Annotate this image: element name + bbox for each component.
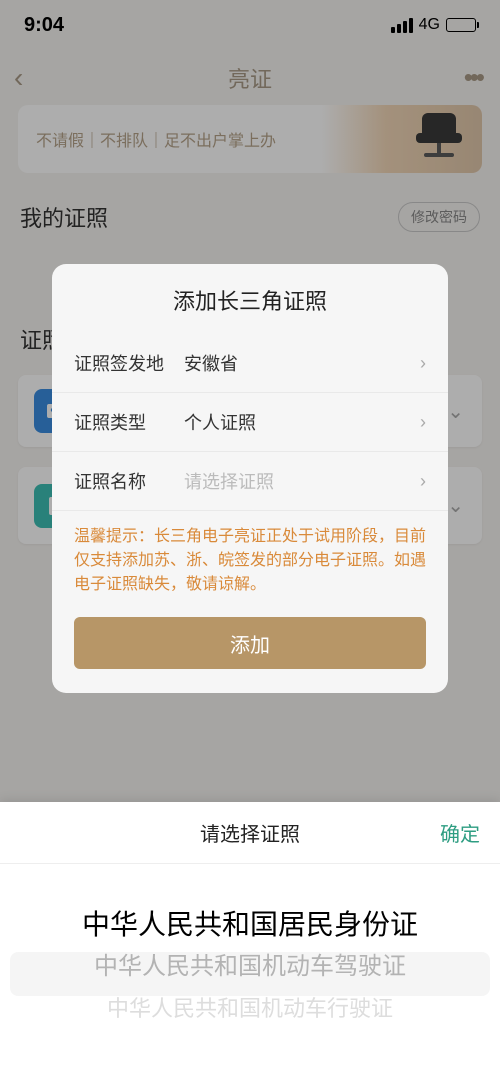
row-value: 安徽省 bbox=[184, 350, 238, 376]
picker-body[interactable]: 中华人民共和国居民身份证 中华人民共和国机动车驾驶证 中华人民共和国机动车行驶证 bbox=[0, 864, 500, 1082]
chevron-right-icon: › bbox=[420, 353, 426, 374]
picker-option[interactable]: 中华人民共和国居民身份证 bbox=[0, 904, 500, 946]
row-value: 个人证照 bbox=[184, 409, 256, 435]
picker-option[interactable]: 中华人民共和国机动车行驶证 bbox=[0, 988, 500, 1030]
row-label: 证照类型 bbox=[74, 409, 184, 435]
modal-title: 添加长三角证照 bbox=[52, 284, 448, 316]
row-issue-place[interactable]: 证照签发地 安徽省 › bbox=[52, 334, 448, 393]
row-cert-type[interactable]: 证照类型 个人证照 › bbox=[52, 393, 448, 452]
picker-confirm-button[interactable]: 确定 bbox=[440, 818, 480, 847]
picker-header: 请选择证照 确定 bbox=[0, 802, 500, 864]
cert-picker: 请选择证照 确定 中华人民共和国居民身份证 中华人民共和国机动车驾驶证 中华人民… bbox=[0, 802, 500, 1082]
add-cert-modal: 添加长三角证照 证照签发地 安徽省 › 证照类型 个人证照 › 证照名称 请选择… bbox=[52, 264, 448, 693]
row-placeholder: 请选择证照 bbox=[184, 468, 274, 494]
row-label: 证照签发地 bbox=[74, 350, 184, 376]
chevron-right-icon: › bbox=[420, 412, 426, 433]
modal-tip: 温馨提示：长三角电子亮证正处于试用阶段，目前仅支持添加苏、浙、皖签发的部分电子证… bbox=[52, 511, 448, 617]
picker-option[interactable]: 中华人民共和国机动车驾驶证 bbox=[0, 946, 500, 988]
row-label: 证照名称 bbox=[74, 468, 184, 494]
picker-title: 请选择证照 bbox=[200, 818, 300, 847]
add-button[interactable]: 添加 bbox=[74, 617, 426, 669]
row-cert-name[interactable]: 证照名称 请选择证照 › bbox=[52, 452, 448, 511]
chevron-right-icon: › bbox=[420, 471, 426, 492]
